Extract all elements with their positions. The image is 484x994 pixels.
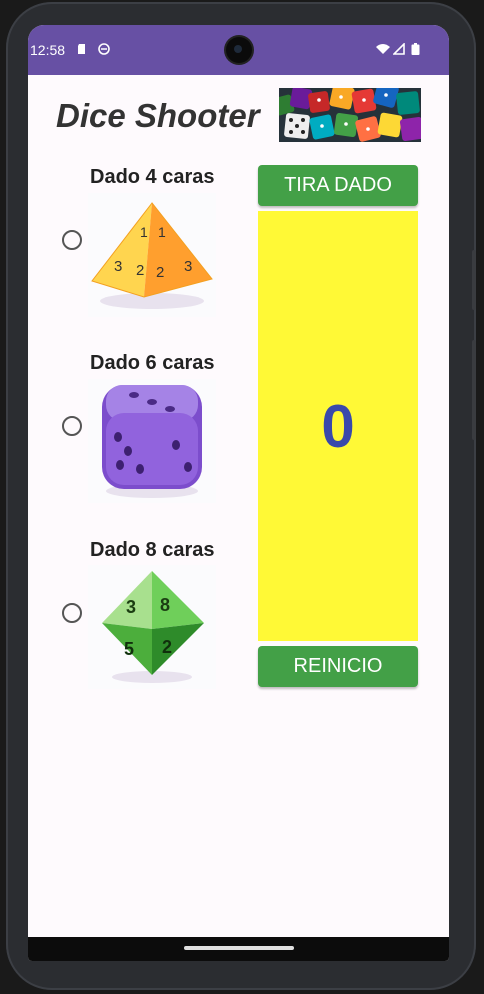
battery-icon [411, 43, 420, 55]
signal-icon [393, 43, 405, 55]
roll-dice-button[interactable]: TIRA DADO [258, 165, 418, 206]
svg-text:3: 3 [126, 597, 136, 617]
home-gesture-handle[interactable] [184, 946, 294, 950]
svg-text:8: 8 [160, 595, 170, 615]
svg-text:3: 3 [184, 258, 192, 275]
d8-dice-image[interactable]: 3 8 5 2 [88, 565, 216, 689]
svg-text:5: 5 [124, 639, 134, 659]
svg-text:2: 2 [136, 262, 144, 279]
d4-radio-button[interactable] [62, 230, 82, 250]
reset-button[interactable]: REINICIO [258, 646, 418, 687]
svg-text:2: 2 [156, 264, 164, 281]
svg-text:1: 1 [158, 224, 166, 240]
power-button [472, 250, 476, 310]
result-panel: 0 [258, 211, 418, 641]
d6-radio-button[interactable] [62, 416, 82, 436]
wifi-icon [376, 44, 390, 54]
d8-radio-button[interactable] [62, 603, 82, 623]
d4-label: Dado 4 caras [90, 166, 215, 188]
navigation-bar [28, 937, 449, 961]
app-title: Dice Shooter [56, 97, 260, 134]
d6-dice-image[interactable] [88, 379, 216, 503]
front-camera [226, 37, 252, 63]
d4-dice-image[interactable]: 1 1 3 2 2 3 [88, 193, 216, 317]
d8-label: Dado 8 caras [90, 539, 215, 561]
result-value: 0 [321, 392, 355, 460]
volume-button [472, 340, 476, 440]
app-notification-icon [98, 43, 110, 55]
dice-banner-image [279, 88, 421, 142]
svg-text:3: 3 [114, 258, 122, 275]
status-bar: 12:58 [28, 25, 449, 75]
d6-label: Dado 6 caras [90, 352, 215, 374]
svg-text:2: 2 [162, 637, 172, 657]
app-screen: 12:58 Dice Shooter Dado 4 caras 1 1 3 2 … [28, 25, 449, 961]
status-time: 12:58 [30, 42, 66, 58]
sd-card-icon [78, 44, 85, 54]
svg-text:1: 1 [140, 224, 148, 240]
